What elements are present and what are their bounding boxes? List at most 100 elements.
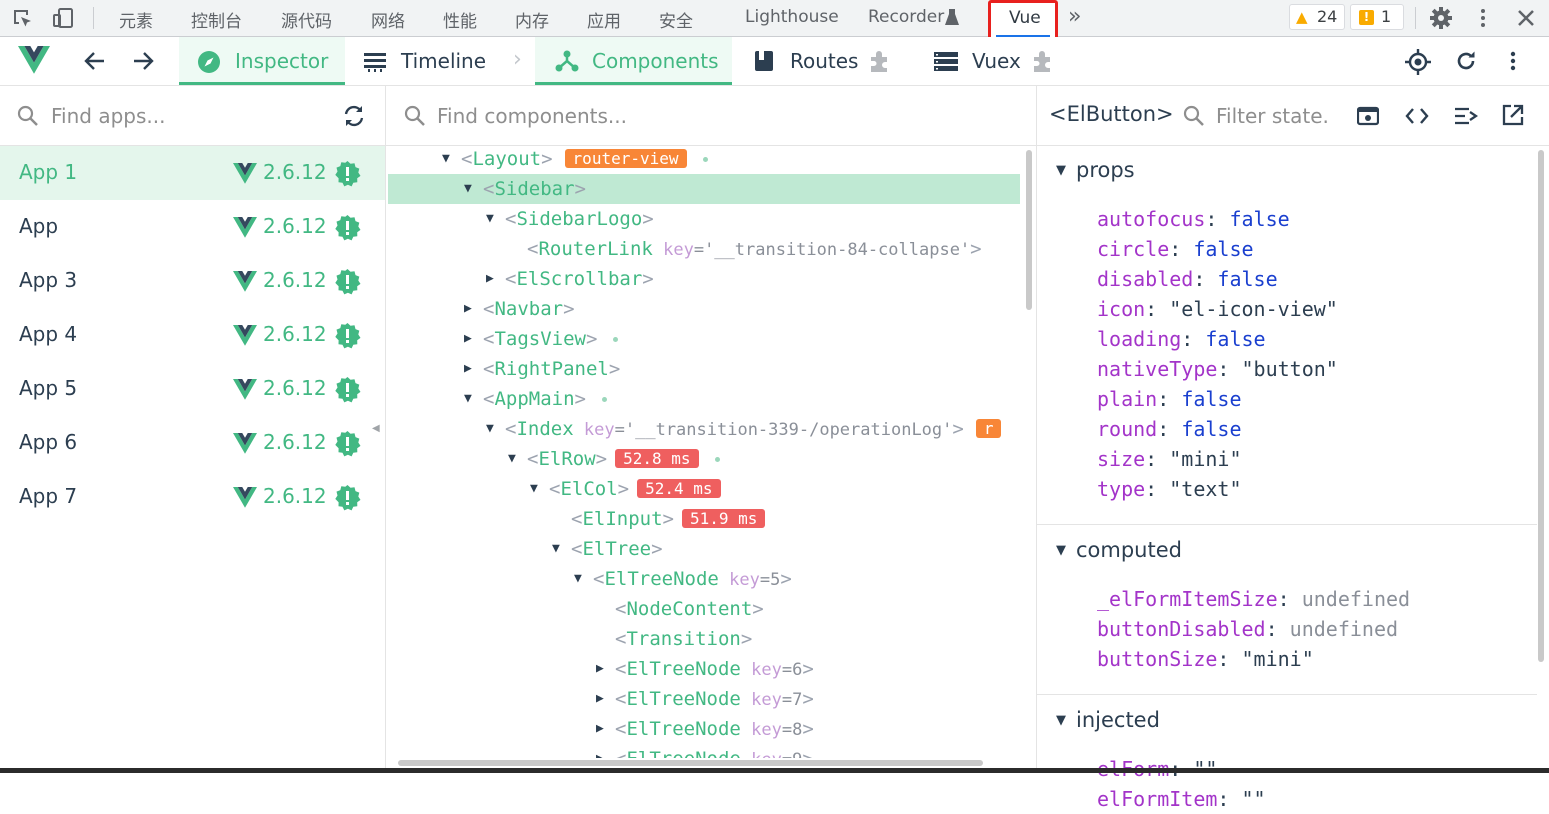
expand-arrow-icon[interactable]: ▼ [552,534,560,564]
settings-gear-icon[interactable] [1429,6,1453,34]
app-list-item[interactable]: App 5 2.6.12 [0,362,385,416]
tree-node[interactable]: <ElInput> 51.9 ms [571,504,766,534]
tab-console[interactable]: 控制台 [191,7,242,32]
device-toolbar-icon[interactable] [52,7,74,29]
tree-vertical-scrollbar[interactable] [1026,150,1032,310]
inspector-vertical-scrollbar[interactable] [1538,150,1544,662]
tree-node[interactable]: ▶ <ElTreeNode key=8> [596,714,814,744]
state-property[interactable]: elFormItem: "" [1097,784,1266,814]
app-list-item[interactable]: App 4 2.6.12 [0,308,385,362]
expand-arrow-icon[interactable]: ▼ [442,146,450,174]
state-property[interactable]: loading: false [1097,324,1266,354]
tree-node[interactable]: ▶ <ElTreeNode key=9> [596,744,814,758]
collapse-arrow-icon[interactable]: ▶ [596,654,604,684]
warnings-badge[interactable]: ▲ 24 [1289,4,1345,30]
tab-elements[interactable]: 元素 [119,7,153,32]
section-header[interactable]: ▼ injected [1056,708,1160,732]
tab-memory[interactable]: 内存 [515,7,549,32]
tree-node[interactable]: ▶ <RightPanel> [464,354,620,384]
tree-node[interactable]: ▼ <ElTree> [552,534,663,564]
inspect-dom-code-icon[interactable] [1405,105,1429,131]
expand-arrow-icon[interactable]: ▼ [486,414,494,444]
apps-search[interactable]: Find apps... [0,86,385,146]
tree-node[interactable]: ▼ <Sidebar> [464,174,586,204]
state-property[interactable]: size: "mini" [1097,444,1242,474]
tree-node[interactable]: ▼ <AppMain> [464,384,607,414]
expand-arrow-icon[interactable]: ▼ [464,384,472,414]
tab-security[interactable]: 安全 [659,7,693,32]
tree-node[interactable]: ▶ <ElTreeNode key=6> [596,654,814,684]
tree-node[interactable]: <NodeContent> [615,594,764,624]
tab-timeline[interactable]: Timeline [350,37,500,85]
collapse-arrow-icon[interactable]: ▶ [596,684,604,714]
state-property[interactable]: plain: false [1097,384,1242,414]
section-header[interactable]: ▼ computed [1056,538,1182,562]
collapse-arrow-icon[interactable]: ▶ [464,324,472,354]
app-list-item[interactable]: App 2.6.12 [0,200,385,254]
tab-vue[interactable]: Vue [988,0,1058,42]
tree-node[interactable]: <Transition> [615,624,752,654]
state-property[interactable]: _elFormItemSize: undefined [1097,584,1410,614]
tab-sources[interactable]: 源代码 [281,7,332,32]
state-property[interactable]: buttonSize: "mini" [1097,644,1314,674]
select-component-target-icon[interactable] [1405,49,1431,79]
collapse-arrow-icon[interactable]: ▶ [596,744,604,758]
tab-recorder[interactable]: Recorder [868,7,944,27]
more-tabs-button[interactable]: » [1068,4,1081,29]
expand-arrow-icon[interactable]: ▼ [530,474,538,504]
collapse-arrow-icon[interactable]: ▶ [464,294,472,324]
tab-lighthouse[interactable]: Lighthouse [745,7,839,27]
divider[interactable] [1036,86,1037,773]
back-arrow-icon[interactable] [84,51,106,75]
app-list-item[interactable]: App 3 2.6.12 [0,254,385,308]
sync-icon[interactable] [342,104,366,132]
section-header[interactable]: ▼ props [1056,158,1135,182]
components-search-input[interactable]: Find components... [437,104,627,128]
tree-node[interactable]: ▼ <SidebarLogo> [486,204,654,234]
state-property[interactable]: buttonDisabled: undefined [1097,614,1398,644]
tab-vuex[interactable]: Vuex [920,37,1060,85]
close-devtools-icon[interactable] [1515,7,1537,33]
tab-network[interactable]: 网络 [371,7,405,32]
tab-routes[interactable]: Routes [740,37,900,85]
tree-node[interactable]: ▶ <Navbar> [464,294,575,324]
tree-node[interactable]: ▶ <ElTreeNode key=7> [596,684,814,714]
expand-arrow-icon[interactable]: ▼ [486,204,494,234]
state-property[interactable]: autofocus: false [1097,204,1290,234]
tree-node[interactable]: ▼ <Index key='__transition-339-/operation… [486,414,1002,444]
collapse-handle-icon[interactable]: ◀ [372,423,380,434]
forward-arrow-icon[interactable] [132,51,154,75]
tree-node[interactable]: <RouterLink key='__transition-84-collaps… [527,234,982,264]
state-property[interactable]: nativeType: "button" [1097,354,1338,384]
inspect-element-icon[interactable] [12,8,34,30]
tree-node[interactable]: ▶ <TagsView> [464,324,619,354]
collapse-arrow-icon[interactable]: ▶ [486,264,494,294]
state-property[interactable]: icon: "el-icon-view" [1097,294,1338,324]
app-list-item[interactable]: App 6 2.6.12 [0,416,385,470]
issues-badge[interactable]: ! 1 [1350,4,1404,30]
expand-arrow-icon[interactable]: ▼ [574,564,582,594]
components-search[interactable]: Find components... [386,86,1036,146]
tree-node[interactable]: ▼ <ElRow> 52.8 ms [508,444,720,474]
app-list-item[interactable]: App 7 2.6.12 [0,470,385,524]
state-property[interactable]: round: false [1097,414,1242,444]
filter-state-input[interactable]: Filter state... [1216,104,1328,128]
expand-arrow-icon[interactable]: ▼ [508,444,516,474]
tree-node[interactable]: ▶ <ElScrollbar> [486,264,654,294]
open-external-icon[interactable] [1502,104,1524,130]
tree-node[interactable]: ▼ <Layout> router-view [442,146,708,174]
tab-inspector[interactable]: Inspector [179,37,345,85]
scroll-to-component-icon[interactable] [1356,105,1380,131]
tree-horizontal-scrollbar[interactable] [398,760,983,766]
refresh-icon[interactable] [1455,50,1477,76]
expand-arrow-icon[interactable]: ▼ [464,174,472,204]
tree-node[interactable]: ▼ <ElCol> 52.4 ms [530,474,721,504]
state-property[interactable]: disabled: false [1097,264,1278,294]
state-property[interactable]: circle: false [1097,234,1254,264]
apps-search-input[interactable]: Find apps... [51,104,165,128]
kebab-menu-icon[interactable] [1475,7,1491,33]
collapse-arrow-icon[interactable]: ▶ [596,714,604,744]
collapse-arrow-icon[interactable]: ▶ [464,354,472,384]
more-options-icon[interactable] [1505,50,1521,76]
state-property[interactable]: type: "text" [1097,474,1242,504]
